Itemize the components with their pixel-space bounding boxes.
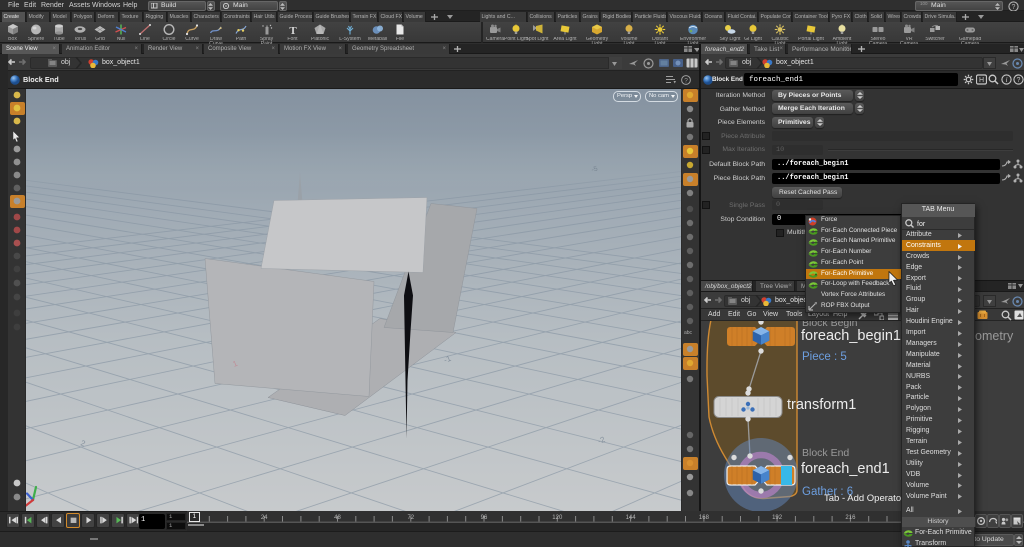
svg-text:?: ? (684, 77, 688, 84)
svg-text:48: 48 (334, 515, 341, 521)
svg-text:192: 192 (772, 515, 783, 521)
svg-text:216: 216 (845, 515, 856, 521)
svg-text:H: H (979, 77, 984, 84)
svg-text:?: ? (1012, 4, 1016, 11)
svg-text:?: ? (1017, 77, 1021, 84)
svg-text:120: 120 (552, 515, 563, 521)
svg-text:24: 24 (261, 515, 268, 521)
svg-text:144: 144 (626, 515, 637, 521)
svg-text:168: 168 (699, 515, 710, 521)
svg-text:72: 72 (407, 515, 414, 521)
svg-text:96: 96 (481, 515, 488, 521)
svg-text:i: i (1005, 75, 1007, 84)
svg-text:T: T (289, 25, 297, 35)
